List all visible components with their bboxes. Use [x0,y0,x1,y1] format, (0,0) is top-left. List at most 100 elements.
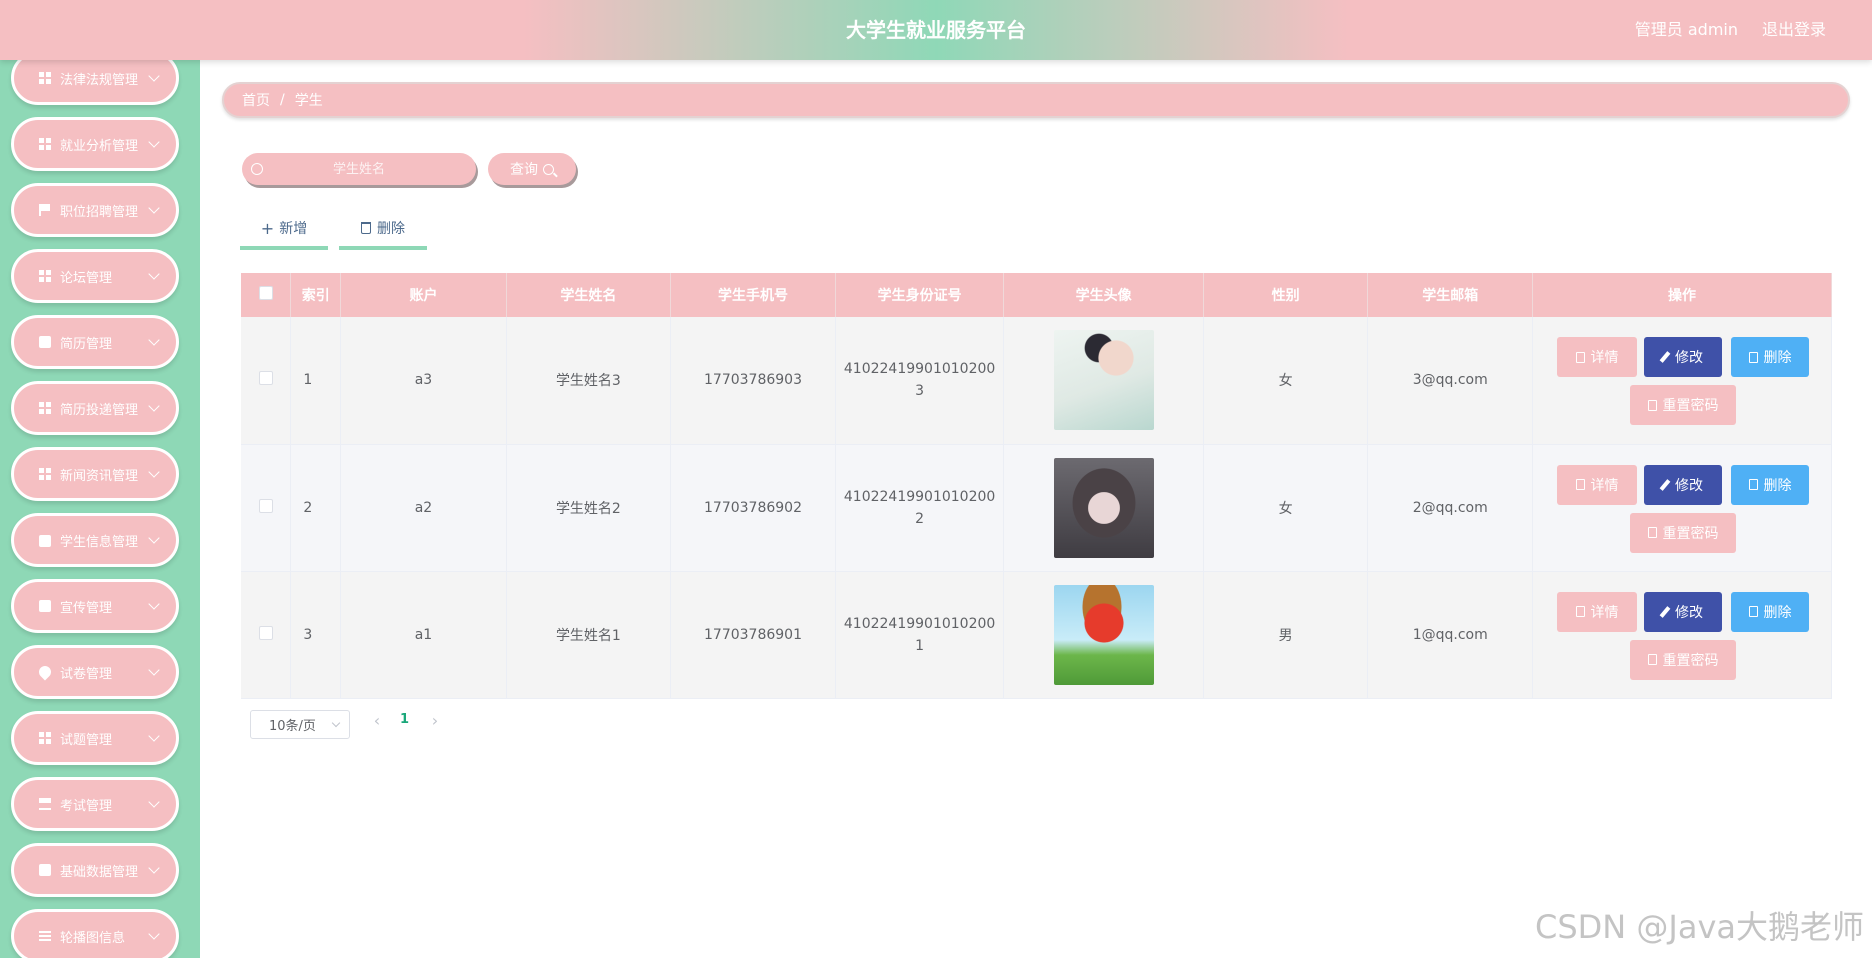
row-checkbox[interactable] [258,625,273,640]
edit-button[interactable]: 修改 [1644,591,1723,632]
pencil-icon [1659,605,1671,618]
cell-email: 3@qq.com [1367,317,1534,445]
document-icon [1647,654,1657,665]
logout-button[interactable]: 退出登录 [1762,0,1826,60]
search-button-label: 查询 [510,162,538,178]
sidebar-item-exam-paper[interactable]: 试卷管理 [11,645,179,699]
cell-avatar [1003,317,1204,445]
sidebar-item-job-recruitment[interactable]: 职位招聘管理 [11,183,179,237]
delete-label: 删除 [1763,604,1792,621]
sidebar-item-forum[interactable]: 论坛管理 [11,249,179,303]
sidebar-item-news[interactable]: 新闻资讯管理 [11,447,179,501]
sidebar-item-publicity[interactable]: 宣传管理 [11,579,179,633]
sidebar-item-label: 基础数据管理 [60,864,139,880]
page-size-select[interactable]: 10条/页 [250,710,350,739]
id-card-line: 41022419901010200 [843,361,996,378]
sidebar-item-label: 职位招聘管理 [60,204,139,220]
sidebar-item-label: 考试管理 [60,798,113,814]
sidebar-item-resume-delivery[interactable]: 简历投递管理 [11,381,179,435]
col-id-card: 学生身份证号 [835,273,1005,317]
reset-password-button[interactable]: 重置密码 [1630,385,1737,425]
id-card-line: 1 [915,637,925,654]
student-avatar[interactable] [1053,457,1154,558]
breadcrumb-current: 学生 [294,93,323,109]
edit-button[interactable]: 修改 [1644,337,1723,377]
prev-page-button[interactable]: ‹ [370,711,384,731]
plus-icon: + [260,218,275,238]
row-actions: 详情 修改 删除 重置密码 [1533,445,1831,571]
chevron-down-icon [148,466,160,478]
batch-delete-button[interactable]: 删除 [339,210,427,250]
sidebar-item-employment-analysis[interactable]: 就业分析管理 [11,117,179,171]
reset-label: 重置密码 [1662,398,1719,414]
cell-name: 学生姓名3 [506,317,672,445]
student-name-search-input[interactable] [242,153,476,185]
cell-id-card: 41022419901010200 1 [835,571,1005,699]
row-checkbox[interactable] [258,371,273,386]
next-page-button[interactable]: › [428,711,442,731]
search-button[interactable]: 查询 [488,153,576,185]
student-avatar[interactable] [1053,584,1154,685]
sidebar-item-label: 轮播图信息 [60,930,126,946]
detail-label: 详情 [1590,604,1619,621]
cell-index: 3 [290,571,342,699]
page-number-current[interactable]: 1 [400,712,409,727]
detail-label: 详情 [1590,477,1619,494]
sidebar-item-questions[interactable]: 试题管理 [11,711,179,765]
pin-icon [36,663,54,681]
app-title: 大学生就业服务平台 [846,18,1026,42]
row-actions: 详情 修改 删除 重置密码 [1533,317,1831,444]
student-avatar[interactable] [1053,330,1154,431]
chevron-down-icon [148,730,160,742]
pencil-icon [1659,478,1671,491]
sidebar-item-laws[interactable]: 法律法规管理 [11,60,179,105]
cell-phone: 17703786901 [670,571,836,699]
detail-button[interactable]: 详情 [1557,464,1638,505]
sidebar-item-basic-data[interactable]: 基础数据管理 [11,843,179,897]
reset-password-button[interactable]: 重置密码 [1630,512,1737,553]
sidebar-item-carousel[interactable]: 轮播图信息 [11,909,179,958]
sidebar-item-label: 法律法规管理 [60,72,139,88]
stamp-icon [39,798,51,810]
document-icon [39,336,51,348]
grid-icon [39,270,51,282]
reset-password-button[interactable]: 重置密码 [1630,639,1737,680]
delete-button[interactable]: 删除 [1731,464,1810,505]
trash-icon [1748,479,1758,490]
sidebar: 法律法规管理 就业分析管理 职位招聘管理 论坛管理 简历管理 简历投递管理 新闻… [0,60,200,958]
breadcrumb-home[interactable]: 首页 [242,90,270,110]
wallet-icon [39,535,51,547]
trash-icon [361,222,371,234]
document-icon [1647,399,1657,411]
detail-button[interactable]: 详情 [1557,591,1638,632]
table-row: 3 a1 学生姓名1 17703786901 41022419901010200… [241,571,1832,699]
table-row: 1 a3 学生姓名3 17703786903 41022419901010200… [241,317,1832,445]
chevron-down-icon [148,400,160,412]
page-size-value: 10条/页 [269,719,316,734]
add-button[interactable]: + 新增 [240,210,328,250]
select-all-checkbox[interactable] [258,286,273,300]
search-icon [543,163,554,175]
col-email: 学生邮箱 [1367,273,1534,317]
detail-button[interactable]: 详情 [1557,337,1638,377]
cell-actions: 详情 修改 删除 重置密码 [1532,317,1832,445]
detail-label: 详情 [1590,350,1619,366]
delete-button[interactable]: 删除 [1731,337,1810,377]
edit-button[interactable]: 修改 [1644,464,1723,505]
chevron-down-icon [148,862,160,874]
sidebar-item-resume[interactable]: 简历管理 [11,315,179,369]
cell-gender: 女 [1203,317,1369,445]
chevron-down-icon [148,532,160,544]
grid-icon [39,72,51,84]
breadcrumb-separator: / [280,92,285,108]
sidebar-item-exams[interactable]: 考试管理 [11,777,179,831]
chevron-down-icon [148,70,160,82]
cell-name: 学生姓名2 [506,444,672,572]
row-checkbox[interactable] [258,498,273,513]
pencil-icon [1659,351,1671,363]
delete-button[interactable]: 删除 [1731,591,1810,632]
sidebar-item-student-info[interactable]: 学生信息管理 [11,513,179,567]
select-all-header[interactable] [241,273,292,317]
cell-actions: 详情 修改 删除 重置密码 [1532,444,1832,572]
grid-icon [39,402,51,414]
